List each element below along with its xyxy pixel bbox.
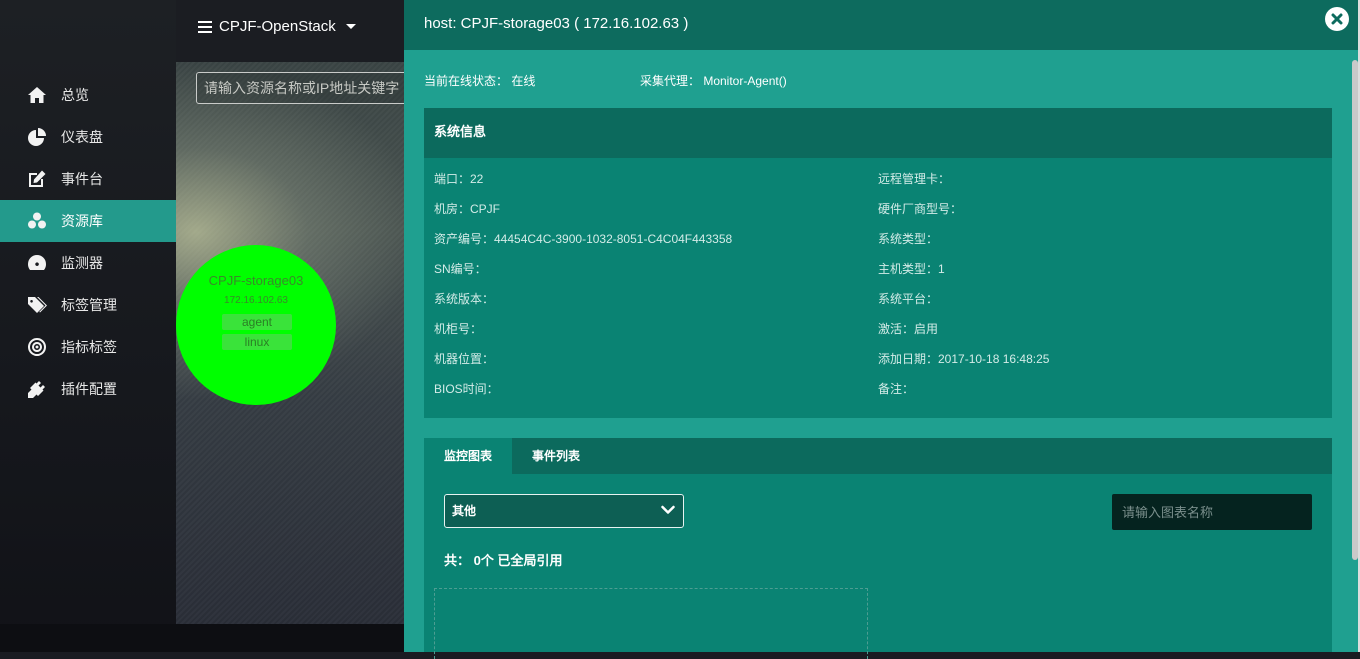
pie-chart-icon xyxy=(26,126,48,148)
node-name: CPJF-storage03 xyxy=(208,273,304,288)
sidebar-item-overview[interactable]: 总览 xyxy=(0,74,176,116)
info-os-version: 系统版本： xyxy=(434,292,495,306)
sidebar-menu: 总览 仪表盘 事件台 资源库 监测器 标签管理 指标标签 插件配置 xyxy=(0,74,176,410)
tab-bar: 监控图表 事件列表 xyxy=(424,438,1332,474)
info-activation: 激活：启用 xyxy=(878,322,939,336)
info-remarks: 备注： xyxy=(878,382,915,396)
edit-icon xyxy=(26,168,48,190)
cluster-dropdown[interactable]: CPJF-OpenStack xyxy=(198,18,356,35)
sidebar-item-plugin-config[interactable]: 插件配置 xyxy=(0,368,176,410)
panel-title: host: CPJF-storage03 ( 172.16.102.63 ) xyxy=(424,15,689,32)
node-ip: 172.16.102.63 xyxy=(224,295,288,306)
plug-icon xyxy=(26,378,48,400)
chart-placeholder xyxy=(434,588,868,659)
sidebar-item-metric-tags[interactable]: 指标标签 xyxy=(0,326,176,368)
caret-down-icon xyxy=(345,24,356,29)
info-host-type: 主机类型：1 xyxy=(878,262,945,276)
sidebar-item-label: 监测器 xyxy=(61,255,103,271)
sidebar-item-label: 指标标签 xyxy=(61,339,117,355)
info-bios-time: BIOS时间： xyxy=(434,382,499,396)
info-added-date: 添加日期：2017-10-18 16:48:25 xyxy=(878,352,1050,366)
host-node[interactable]: CPJF-storage03 172.16.102.63 agent linux xyxy=(176,245,336,405)
close-icon xyxy=(1331,13,1343,25)
sidebar-item-monitors[interactable]: 监测器 xyxy=(0,242,176,284)
system-info-heading: 系统信息 xyxy=(424,108,1332,158)
info-hardware-model: 硬件厂商型号： xyxy=(878,202,963,216)
sidebar-item-label: 仪表盘 xyxy=(61,129,103,145)
info-os-type: 系统类型： xyxy=(878,232,939,246)
sidebar-item-events[interactable]: 事件台 xyxy=(0,158,176,200)
sidebar-item-tag-management[interactable]: 标签管理 xyxy=(0,284,176,326)
cubes-icon xyxy=(26,210,48,232)
sidebar-item-label: 总览 xyxy=(61,87,89,103)
chart-count: 共： 0个 已全局引用 xyxy=(444,553,563,568)
topology-canvas[interactable]: CPJF-storage03 172.16.102.63 agent linux xyxy=(176,62,416,624)
tags-icon xyxy=(26,294,48,316)
info-remote-mgmt-card: 远程管理卡： xyxy=(878,172,951,186)
sidebar: 总览 仪表盘 事件台 资源库 监测器 标签管理 指标标签 插件配置 xyxy=(0,0,176,652)
sidebar-item-label: 事件台 xyxy=(61,171,103,187)
info-asset-number: 资产编号：44454C4C-3900-1032-8051-C4C04F44335… xyxy=(434,232,733,246)
system-info-card: 系统信息 端口：22 机房：CPJF 资产编号：44454C4C-3900-10… xyxy=(424,108,1332,418)
list-icon xyxy=(198,20,212,33)
info-port: 端口：22 xyxy=(434,172,484,186)
tab-monitor-charts[interactable]: 监控图表 xyxy=(424,438,513,474)
sidebar-item-label: 资源库 xyxy=(61,213,103,229)
info-os-platform: 系统平台： xyxy=(878,292,939,306)
collection-agent: 采集代理： Monitor-Agent() xyxy=(640,74,787,88)
info-rack-number: 机柜号： xyxy=(434,322,483,336)
sidebar-item-label: 插件配置 xyxy=(61,381,117,397)
home-icon xyxy=(26,84,48,106)
panel-header: host: CPJF-storage03 ( 172.16.102.63 ) xyxy=(404,0,1358,50)
sidebar-item-label: 标签管理 xyxy=(61,297,117,313)
resource-search-input[interactable] xyxy=(196,72,416,104)
chart-group-value: 其他 xyxy=(452,504,477,518)
chevron-down-icon xyxy=(661,505,675,514)
info-sn-number: SN编号： xyxy=(434,262,487,276)
cluster-label: CPJF-OpenStack xyxy=(219,18,336,35)
sidebar-item-resources[interactable]: 资源库 xyxy=(0,200,176,242)
host-detail-panel: host: CPJF-storage03 ( 172.16.102.63 ) 当… xyxy=(404,0,1358,659)
tabs-card: 监控图表 事件列表 其他 共： 0个 已全局引用 xyxy=(424,438,1332,659)
node-tag: linux xyxy=(222,334,292,350)
chart-name-search-input[interactable] xyxy=(1112,494,1312,530)
target-icon xyxy=(26,336,48,358)
top-bar: CPJF-OpenStack xyxy=(176,0,404,62)
bottom-strip xyxy=(0,624,404,652)
close-button[interactable] xyxy=(1325,7,1349,31)
online-status: 当前在线状态： 在线 xyxy=(424,74,536,88)
info-machine-location: 机器位置： xyxy=(434,352,495,366)
chart-group-select[interactable]: 其他 xyxy=(444,494,684,528)
node-tag: agent xyxy=(222,314,292,330)
info-datacenter: 机房：CPJF xyxy=(434,202,501,216)
tab-event-list[interactable]: 事件列表 xyxy=(512,438,600,474)
dashboard-gauge-icon xyxy=(26,252,48,274)
sidebar-item-dashboard[interactable]: 仪表盘 xyxy=(0,116,176,158)
